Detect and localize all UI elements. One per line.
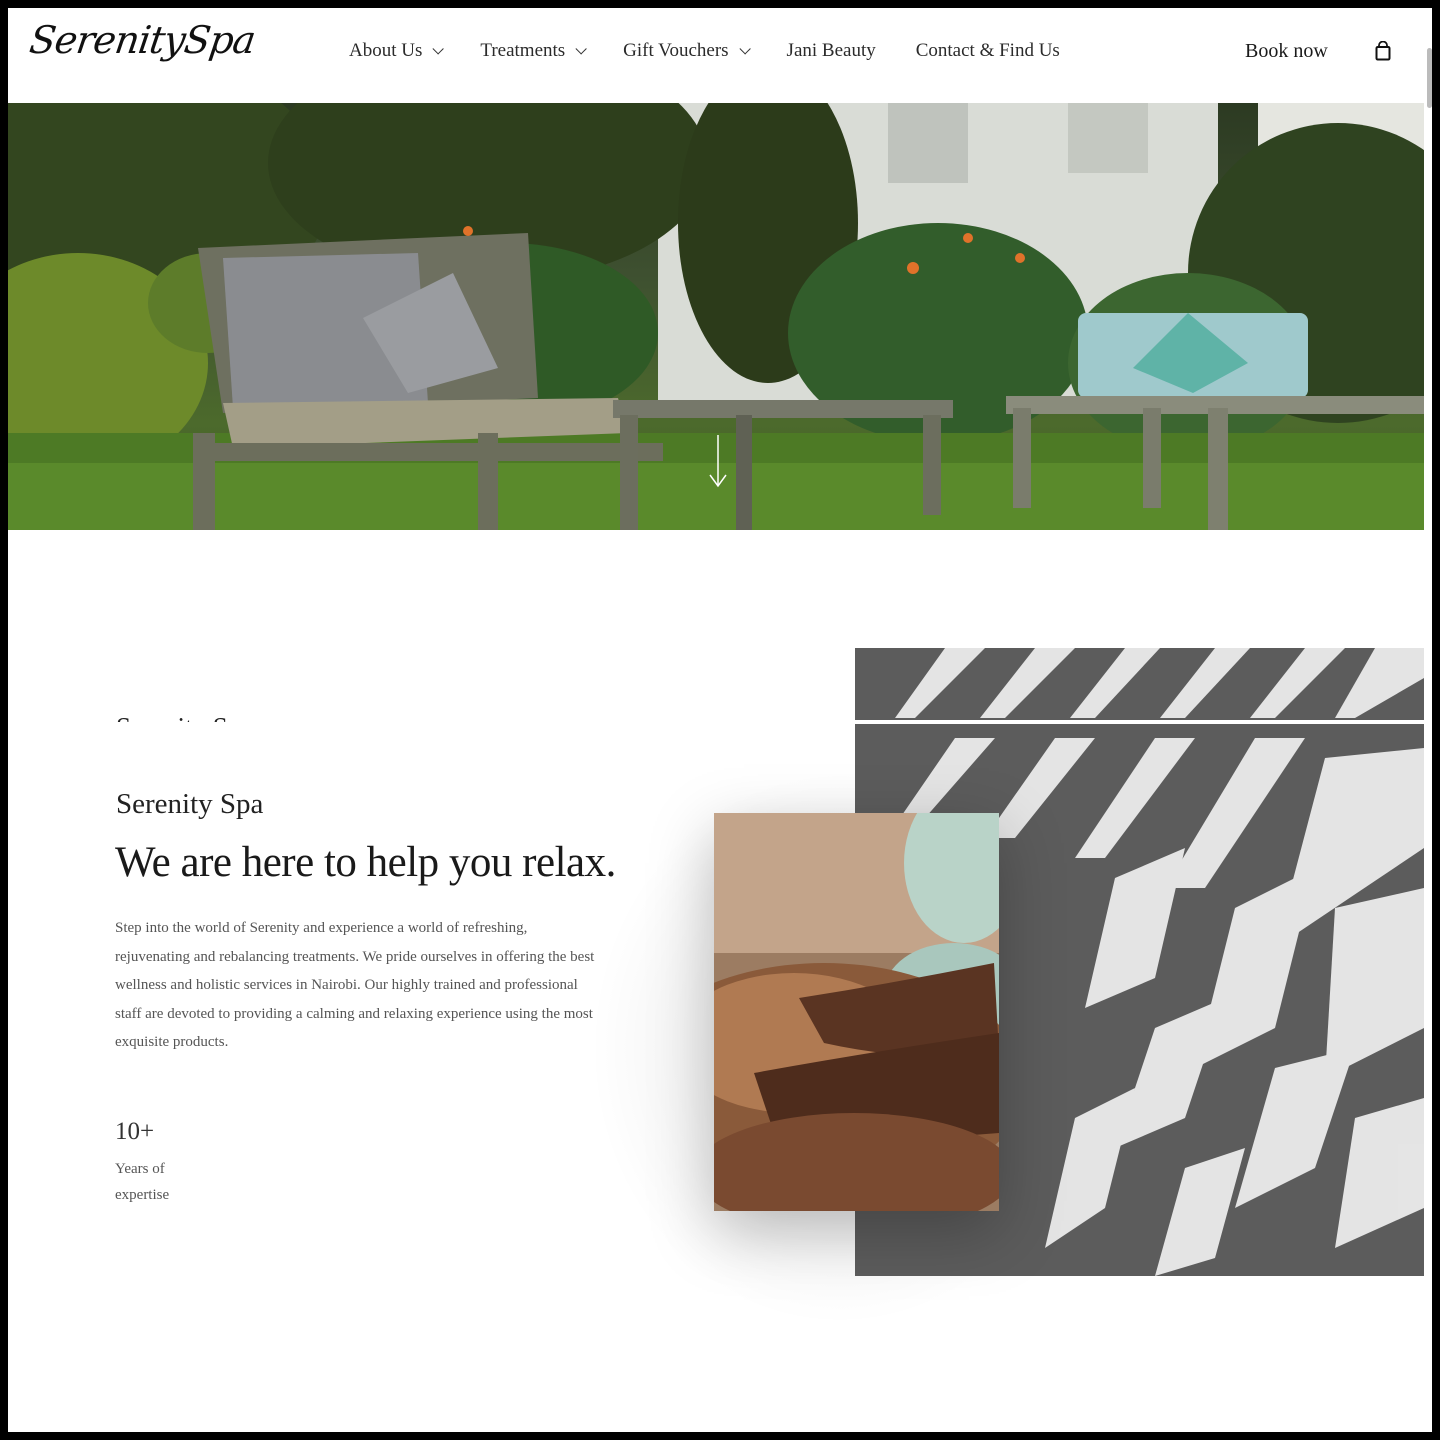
book-now-button[interactable]: Book now bbox=[1245, 40, 1328, 63]
chevron-down-icon bbox=[432, 43, 445, 55]
nav-item-about-us[interactable]: About Us bbox=[349, 40, 445, 62]
nav-item-label: Gift Vouchers bbox=[623, 40, 729, 61]
section-body: Step into the world of Serenity and expe… bbox=[115, 920, 595, 1051]
site-logo[interactable]: SerenitySpa bbox=[27, 18, 258, 62]
chevron-down-icon bbox=[575, 43, 587, 55]
site-header: SerenitySpa About Us Treatments Gift Vou… bbox=[8, 8, 1432, 108]
chevron-down-icon bbox=[739, 43, 751, 55]
nav-item-treatments[interactable]: Treatments bbox=[480, 40, 587, 62]
shopping-bag-icon[interactable] bbox=[1375, 40, 1391, 65]
section-subtitle: Serenity Spa bbox=[116, 788, 264, 820]
scrollbar-thumb[interactable] bbox=[1427, 48, 1432, 108]
hero-image bbox=[8, 103, 1424, 530]
page-frame: SerenitySpa About Us Treatments Gift Vou… bbox=[8, 8, 1432, 1432]
massage-image bbox=[714, 813, 999, 1211]
arrow-down-icon[interactable] bbox=[708, 433, 728, 493]
nav-item-label: Contact & Find Us bbox=[915, 40, 1060, 61]
nav-item-jani-beauty[interactable]: Jani Beauty bbox=[787, 40, 876, 62]
nav-item-label: Treatments bbox=[480, 40, 566, 61]
section-headline: We are here to help you relax. bbox=[115, 839, 616, 886]
nav-item-label: Jani Beauty bbox=[786, 40, 876, 61]
animated-kicker: Serenity Spa bbox=[116, 708, 316, 722]
nav-item-label: About Us bbox=[349, 40, 423, 61]
stat-label: Years of expertise bbox=[115, 1161, 170, 1203]
stat-number: 10+ bbox=[115, 1118, 155, 1145]
nav-item-gift-vouchers[interactable]: Gift Vouchers bbox=[623, 40, 751, 62]
nav-item-contact[interactable]: Contact & Find Us bbox=[916, 40, 1060, 62]
main-nav: About Us Treatments Gift Vouchers Jani B… bbox=[349, 40, 1100, 62]
